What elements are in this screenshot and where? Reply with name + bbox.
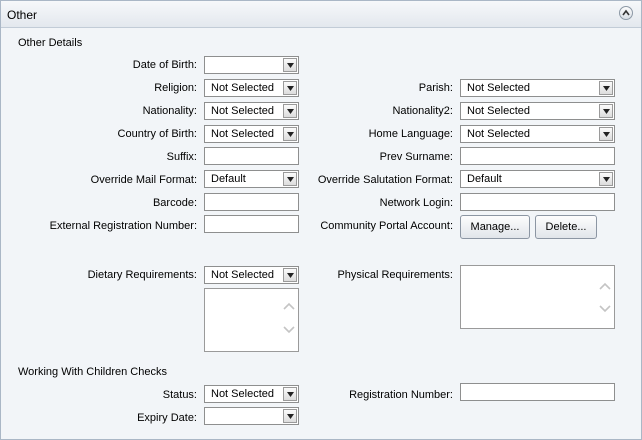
chevron-down-icon[interactable] [283, 127, 297, 141]
override-salutation-format-value: Default [467, 173, 502, 185]
prev-surname-input[interactable] [460, 147, 615, 165]
registration-number-input[interactable] [460, 383, 615, 401]
chevron-up-circle-icon[interactable] [619, 6, 633, 20]
date-of-birth-label: Date of Birth: [132, 59, 197, 71]
registration-number-label: Registration Number: [349, 389, 453, 401]
home-language-value: Not Selected [467, 128, 530, 140]
override-mail-format-select[interactable]: Default [204, 170, 299, 188]
chevron-down-icon[interactable] [283, 104, 297, 118]
prev-surname-label: Prev Surname: [379, 151, 453, 163]
dietary-requirements-select[interactable]: Not Selected [204, 266, 299, 284]
nationality2-value: Not Selected [467, 105, 530, 117]
other-details-heading: Other Details [18, 37, 83, 49]
suffix-input[interactable] [204, 147, 299, 165]
parish-label: Parish: [418, 82, 453, 94]
dietary-requirements-label: Dietary Requirements: [87, 269, 197, 281]
override-salutation-format-select[interactable]: Default [460, 170, 615, 188]
chevron-down-icon[interactable] [283, 81, 297, 95]
physical-requirements-textarea[interactable] [460, 265, 615, 329]
wwcc-status-select[interactable]: Not Selected [204, 385, 299, 403]
nationality2-label: Nationality2: [392, 105, 453, 117]
expiry-date-select[interactable] [204, 407, 299, 425]
wwcc-status-label: Status: [162, 389, 197, 401]
country-of-birth-value: Not Selected [211, 128, 274, 140]
chevron-down-icon[interactable] [599, 81, 613, 95]
nationality2-select[interactable]: Not Selected [460, 102, 615, 120]
scroll-down-icon[interactable] [283, 325, 295, 337]
chevron-down-icon[interactable] [283, 409, 297, 423]
home-language-label: Home Language: [368, 128, 453, 140]
country-of-birth-select[interactable]: Not Selected [204, 125, 299, 143]
barcode-input[interactable] [204, 193, 299, 211]
override-mail-format-label: Override Mail Format: [90, 174, 197, 186]
religion-select[interactable]: Not Selected [204, 79, 299, 97]
network-login-label: Network Login: [379, 197, 453, 209]
chevron-down-icon[interactable] [283, 58, 297, 72]
wwcc-status-value: Not Selected [211, 388, 274, 400]
external-registration-number-label: External Registration Number: [49, 220, 197, 232]
barcode-label: Barcode: [152, 197, 197, 209]
physical-requirements-label: Physical Requirements: [337, 269, 453, 281]
chevron-down-icon[interactable] [283, 268, 297, 282]
other-panel: Other Other Details Date of Birth: Relig… [0, 0, 642, 440]
parish-select[interactable]: Not Selected [460, 79, 615, 97]
scroll-down-icon[interactable] [599, 304, 611, 316]
scroll-up-icon[interactable] [599, 281, 611, 293]
country-of-birth-label: Country of Birth: [117, 128, 197, 140]
nationality-select[interactable]: Not Selected [204, 102, 299, 120]
religion-label: Religion: [154, 82, 197, 94]
parish-value: Not Selected [467, 82, 530, 94]
override-salutation-format-label: Override Salutation Format: [317, 174, 453, 186]
chevron-down-icon[interactable] [283, 387, 297, 401]
home-language-select[interactable]: Not Selected [460, 125, 615, 143]
external-registration-number-input[interactable] [204, 215, 299, 233]
override-mail-format-value: Default [211, 173, 246, 185]
delete-button[interactable]: Delete... [535, 215, 597, 239]
nationality-value: Not Selected [211, 105, 274, 117]
date-of-birth-select[interactable] [204, 56, 299, 74]
nationality-label: Nationality: [142, 105, 197, 117]
panel-header[interactable]: Other [1, 1, 641, 28]
chevron-down-icon[interactable] [283, 172, 297, 186]
chevron-down-icon[interactable] [599, 172, 613, 186]
community-portal-account-label: Community Portal Account: [320, 220, 453, 232]
dietary-requirements-textarea[interactable] [204, 288, 299, 352]
manage-button[interactable]: Manage... [460, 215, 530, 239]
chevron-down-icon[interactable] [599, 127, 613, 141]
wwcc-heading: Working With Children Checks [18, 366, 167, 378]
suffix-label: Suffix: [166, 151, 197, 163]
expiry-date-label: Expiry Date: [137, 412, 197, 424]
panel-title: Other [7, 8, 38, 22]
network-login-input[interactable] [460, 193, 615, 211]
dietary-requirements-value: Not Selected [211, 269, 274, 281]
chevron-down-icon[interactable] [599, 104, 613, 118]
scroll-up-icon[interactable] [283, 301, 295, 313]
religion-value: Not Selected [211, 82, 274, 94]
